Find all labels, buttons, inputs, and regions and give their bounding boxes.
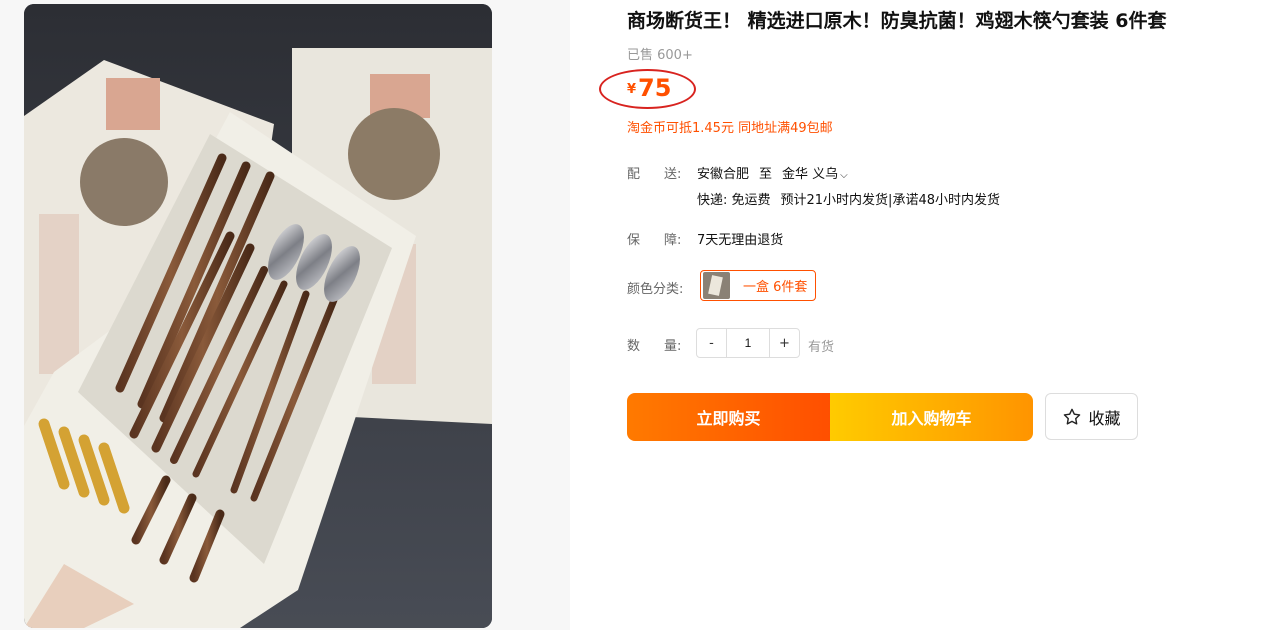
shipping-fee: 快递: 免运费 <box>697 193 771 208</box>
product-gallery <box>0 0 570 630</box>
shipping-eta: 预计21小时内发货|承诺48小时内发货 <box>780 193 1000 208</box>
quantity-increase-button[interactable]: + <box>770 329 799 357</box>
buy-now-button[interactable]: 立即购买 <box>627 393 830 441</box>
guarantee-label: 保障: <box>627 233 682 248</box>
star-outline-icon <box>1064 408 1081 425</box>
variant-label: 一盒 6件套 <box>743 280 808 295</box>
delivery-route: 安徽合肥至金华 义乌 ⌵ <box>697 163 848 182</box>
quantity-label: 数量: <box>627 339 682 354</box>
color-label: 颜色分类: <box>627 282 684 297</box>
shipping-info: 快递: 免运费 预计21小时内发货|承诺48小时内发货 <box>697 189 1000 208</box>
chopsticks-box-photo <box>24 4 492 628</box>
product-title: 商场断货王！ 精选进口原木！防臭抗菌！鸡翅木筷勺套装 6件套 <box>627 10 1167 32</box>
product-main-image[interactable] <box>24 4 492 628</box>
favorite-button[interactable]: 收藏 <box>1045 393 1138 440</box>
delivery-destination-select[interactable]: 金华 义乌 ⌵ <box>782 167 848 182</box>
color-option-selected[interactable]: 一盒 6件套 <box>700 270 816 301</box>
favorite-label: 收藏 <box>1088 408 1121 428</box>
guarantee-value: 7天无理由退货 <box>697 233 784 248</box>
price-annotation-circle <box>599 69 696 109</box>
promo-text: 淘金币可抵1.45元 同地址满49包邮 <box>627 121 833 136</box>
variant-thumbnail <box>703 272 730 299</box>
quantity-input[interactable] <box>726 329 770 357</box>
sold-count: 已售 600+ <box>627 48 693 63</box>
quantity-stepper: - + <box>696 328 800 358</box>
chevron-down-icon: ⌵ <box>840 170 848 181</box>
delivery-to-word: 至 <box>759 167 773 182</box>
add-to-cart-button[interactable]: 加入购物车 <box>830 393 1033 441</box>
delivery-from: 安徽合肥 <box>697 167 750 182</box>
quantity-decrease-button[interactable]: - <box>697 329 726 357</box>
stock-status: 有货 <box>808 340 835 355</box>
delivery-label: 配送: <box>627 167 682 182</box>
